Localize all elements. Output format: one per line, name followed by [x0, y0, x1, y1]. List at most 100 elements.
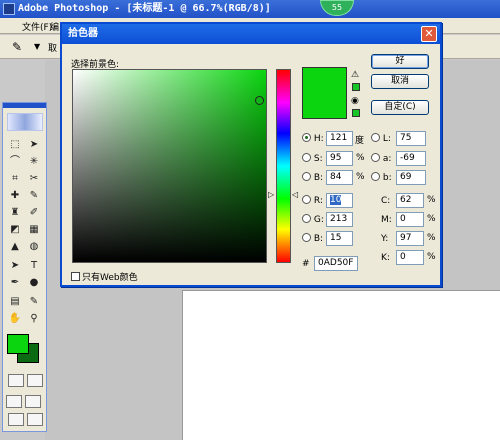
pen-tool-icon[interactable]: ✒	[6, 275, 24, 291]
marquee-tool-icon[interactable]: ⬚	[6, 137, 24, 153]
radio-icon[interactable]	[371, 172, 380, 181]
screen-mode-full-icon[interactable]	[25, 395, 41, 408]
jump-to-imageready-icon[interactable]	[8, 413, 24, 426]
m-input[interactable]: 0	[396, 212, 424, 227]
custom-button[interactable]: 自定(C)	[371, 100, 429, 115]
a-radio[interactable]: a:	[371, 152, 391, 166]
menu-edit[interactable]: 编	[50, 20, 59, 33]
magic-wand-tool-icon[interactable]: ✳	[25, 154, 43, 170]
notes-tool-icon[interactable]: ▤	[6, 294, 24, 310]
zoom-tool-icon[interactable]: ⚲	[25, 311, 43, 327]
gamut-color-swatch[interactable]	[352, 83, 360, 91]
radio-icon[interactable]	[302, 172, 311, 181]
hand-tool-icon[interactable]: ✋	[6, 311, 24, 327]
standard-mode-icon[interactable]	[8, 374, 24, 387]
radio-icon[interactable]	[371, 153, 380, 162]
radio-icon[interactable]	[371, 133, 380, 142]
h-unit: 度	[355, 136, 365, 146]
app-title-bar: Adobe Photoshop - [未标题-1 @ 66.7%(RGB/8)]	[0, 0, 500, 18]
g-input[interactable]: 213	[326, 212, 353, 227]
rgb-b-input[interactable]: 15	[326, 231, 353, 246]
eraser-tool-icon[interactable]: ◩	[6, 222, 24, 238]
menu-file[interactable]: 文件(F)	[22, 20, 52, 33]
b-input[interactable]: 84	[326, 170, 353, 185]
c-input[interactable]: 62	[396, 193, 424, 208]
dialog-title: 拾色器	[62, 24, 440, 44]
s-unit: %	[356, 153, 365, 163]
healing-brush-tool-icon[interactable]: ✚	[6, 188, 24, 204]
radio-icon[interactable]	[302, 133, 311, 142]
type-tool-icon[interactable]: T	[25, 258, 43, 274]
b-label: B:	[313, 173, 324, 183]
s-radio[interactable]: S:	[302, 152, 323, 166]
web-colors-only-checkbox[interactable]: 只有Web颜色	[71, 270, 138, 283]
hex-label: #	[302, 259, 310, 269]
lab-b-input[interactable]: 69	[396, 170, 426, 185]
rgb-b-radio[interactable]: B:	[302, 232, 323, 246]
r-radio[interactable]: R:	[302, 194, 323, 208]
ok-button[interactable]: 好	[371, 54, 429, 69]
y-input[interactable]: 97	[396, 231, 424, 246]
radio-icon[interactable]	[302, 233, 311, 242]
radio-icon[interactable]	[302, 153, 311, 162]
alert-triangle-icon[interactable]: ⚠	[351, 70, 359, 80]
r-value-selected: 10	[330, 195, 342, 205]
lab-b-label: b:	[382, 173, 392, 183]
cancel-button[interactable]: 取消	[371, 74, 429, 89]
k-unit: %	[427, 252, 436, 262]
c-unit: %	[427, 195, 436, 205]
blur-tool-icon[interactable]: ▲	[6, 239, 24, 255]
hue-slider[interactable]	[276, 69, 291, 263]
h-radio[interactable]: H:	[302, 132, 324, 146]
r-input[interactable]: 10	[326, 193, 353, 208]
gradient-tool-icon[interactable]: ▦	[25, 222, 43, 238]
checkbox-icon[interactable]	[71, 272, 80, 281]
crop-tool-icon[interactable]: ⌗	[6, 171, 24, 187]
quick-mask-mode-icon[interactable]	[27, 374, 43, 387]
g-label: G:	[313, 215, 324, 225]
eyedropper-tool-icon[interactable]: ✎	[12, 40, 22, 54]
radio-icon[interactable]	[302, 214, 311, 223]
m-label: M:	[381, 215, 392, 225]
close-icon[interactable]: ✕	[421, 26, 437, 42]
slice-tool-icon[interactable]: ✂	[25, 171, 43, 187]
s-input[interactable]: 95	[326, 151, 353, 166]
a-label: a:	[382, 154, 392, 164]
dodge-tool-icon[interactable]: ◍	[25, 239, 43, 255]
color-field[interactable]	[72, 69, 267, 263]
a-input[interactable]: -69	[396, 151, 426, 166]
k-label: K:	[381, 253, 390, 263]
history-brush-tool-icon[interactable]: ✐	[25, 205, 43, 221]
lasso-tool-icon[interactable]: ⌒	[6, 154, 24, 170]
g-radio[interactable]: G:	[302, 213, 324, 227]
web-safe-color-swatch[interactable]	[352, 109, 360, 117]
document-canvas[interactable]	[182, 290, 500, 440]
move-tool-icon[interactable]: ➤	[25, 137, 43, 153]
lab-b-radio[interactable]: b:	[371, 171, 392, 185]
adobe-feather-icon[interactable]	[7, 113, 43, 131]
l-input[interactable]: 75	[396, 131, 426, 146]
hue-slider-right-arrow-icon[interactable]: ◁	[292, 190, 298, 199]
clone-stamp-tool-icon[interactable]: ♜	[6, 205, 24, 221]
l-radio[interactable]: L:	[371, 132, 391, 146]
hex-input[interactable]: 0AD50F	[314, 256, 358, 271]
h-input[interactable]: 121	[326, 131, 353, 146]
eyedropper-tool-icon[interactable]: ✎	[25, 294, 43, 310]
radio-icon[interactable]	[302, 195, 311, 204]
k-input[interactable]: 0	[396, 250, 424, 265]
foreground-color-swatch[interactable]	[7, 334, 29, 354]
toolbox-grip[interactable]	[3, 103, 46, 108]
shape-tool-icon[interactable]: ●	[25, 275, 43, 291]
hue-slider-left-arrow-icon[interactable]: ▷	[268, 190, 274, 199]
screen-mode-standard-icon[interactable]	[6, 395, 22, 408]
tool-preset-dropdown-icon[interactable]: ▼	[34, 42, 40, 51]
b-radio[interactable]: B:	[302, 171, 323, 185]
b-unit: %	[356, 172, 365, 182]
s-label: S:	[313, 154, 323, 164]
web-cube-icon[interactable]: ◉	[351, 96, 359, 106]
brush-tool-icon[interactable]: ✎	[25, 188, 43, 204]
new-color-swatch	[302, 67, 347, 119]
path-selection-tool-icon[interactable]: ➤	[6, 258, 24, 274]
edit-in-imageready-icon[interactable]	[27, 413, 43, 426]
color-field-marker-icon[interactable]	[255, 96, 264, 105]
